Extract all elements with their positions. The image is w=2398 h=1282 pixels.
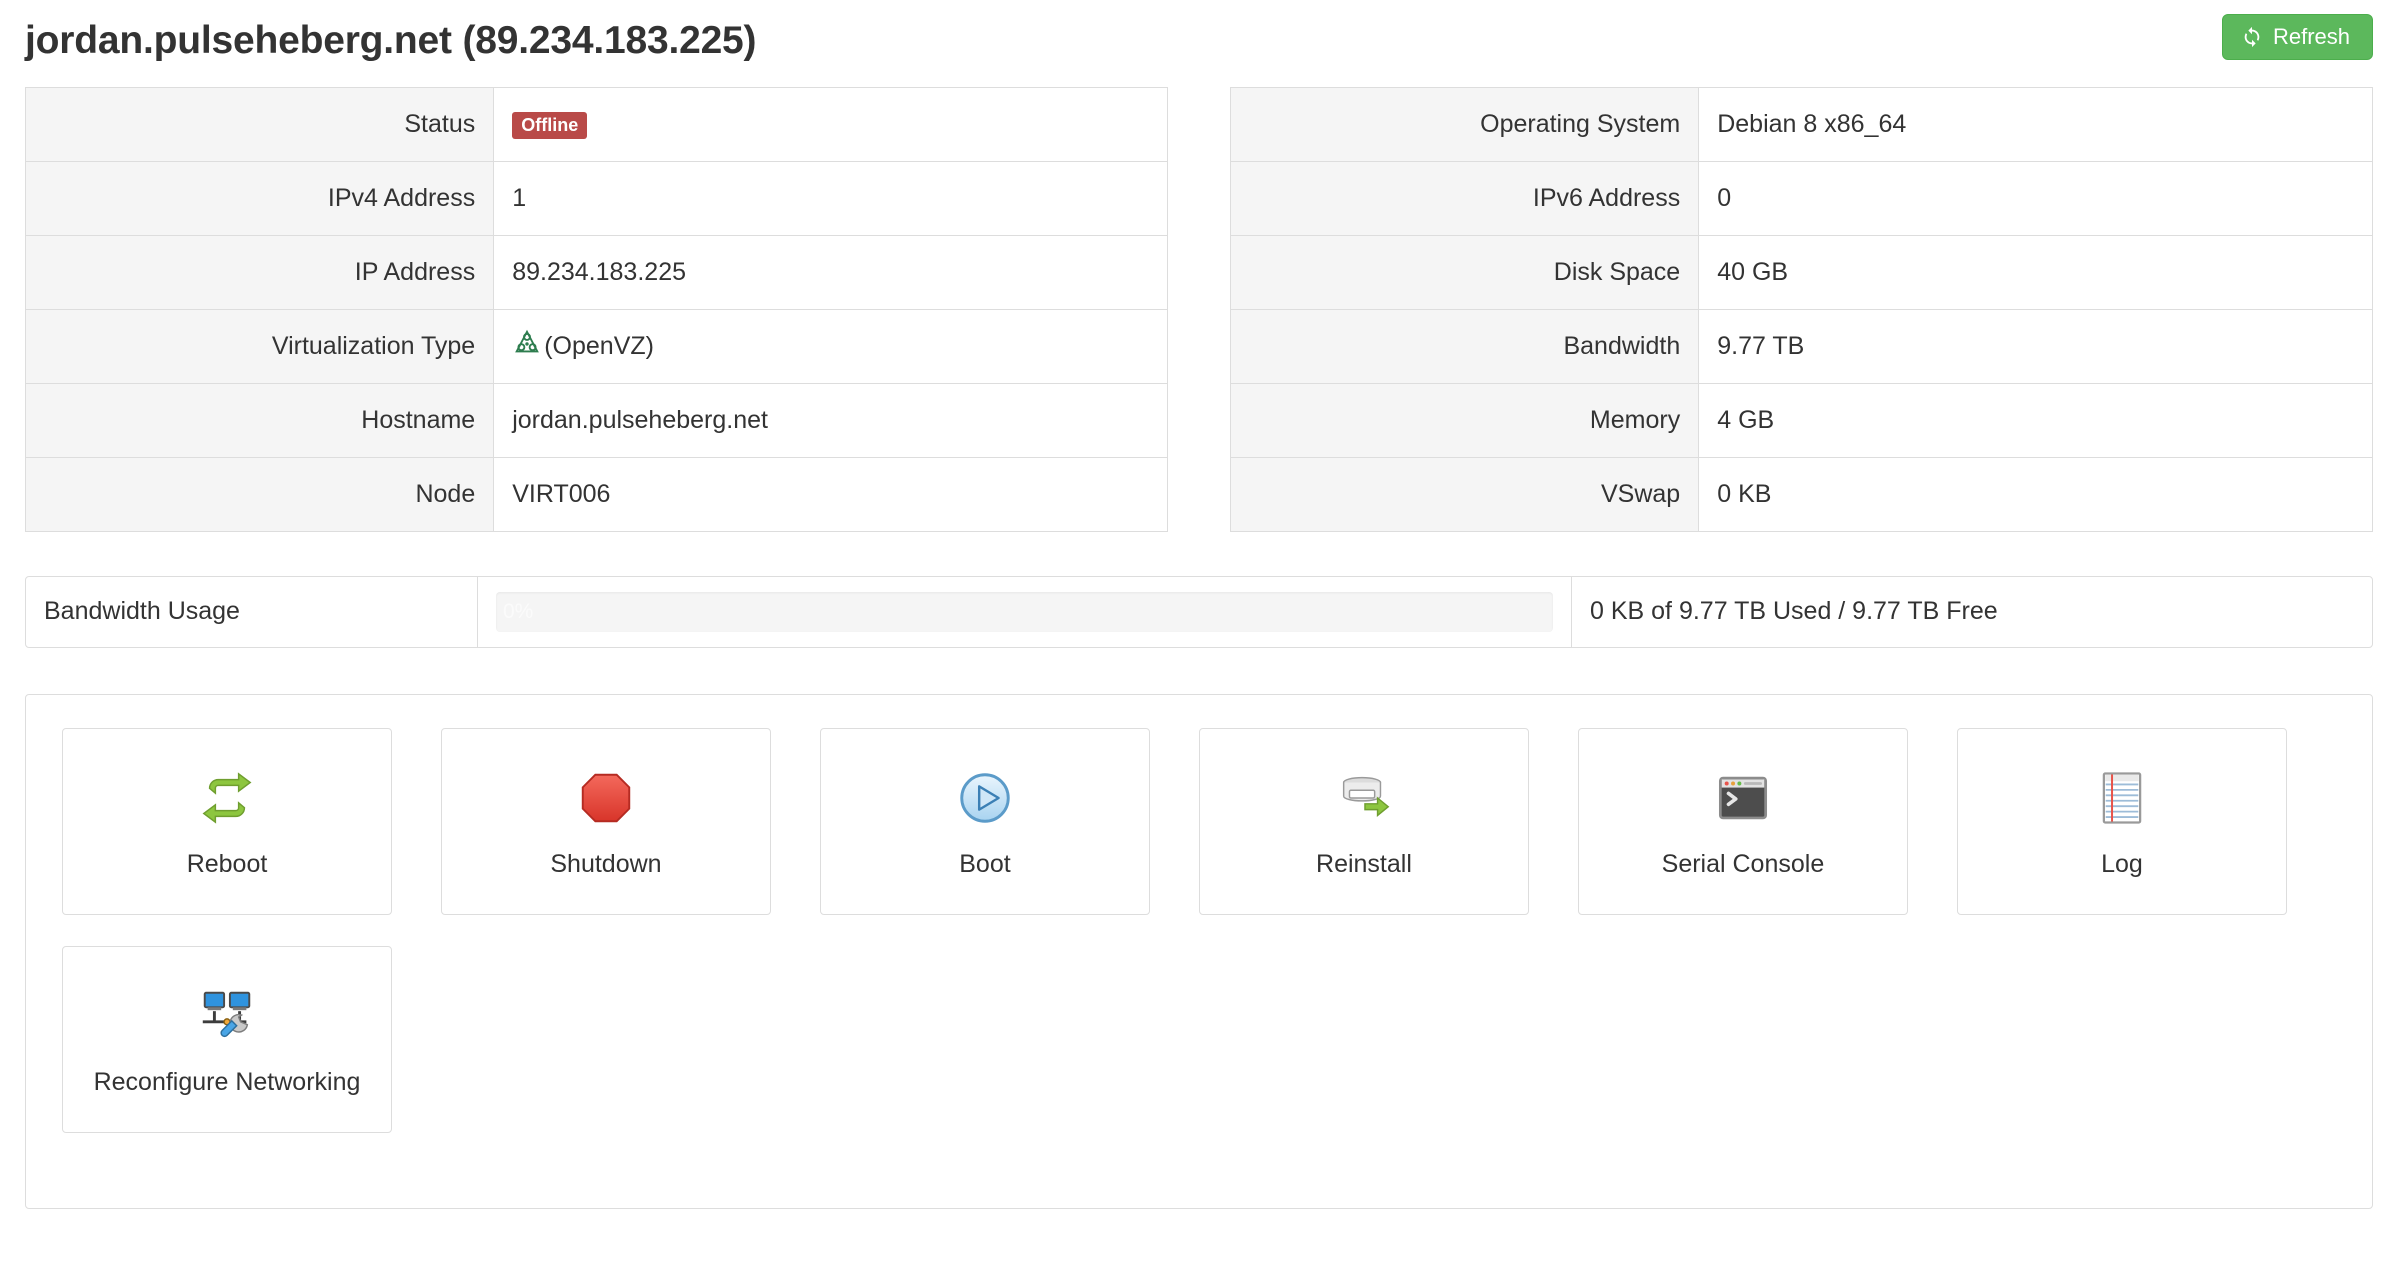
action-cell: Reinstall: [1198, 727, 1578, 915]
boot-button[interactable]: Boot: [819, 727, 1150, 915]
reconfigure-networking-button[interactable]: Reconfigure Networking: [62, 945, 392, 1133]
serial-console-icon: [1714, 765, 1772, 831]
row-value: 40 GB: [1698, 234, 2373, 310]
table-row: IPv4 Address 1: [25, 160, 1168, 236]
reinstall-button[interactable]: Reinstall: [1198, 727, 1529, 915]
bandwidth-usage-panel: Bandwidth Usage 0% 0 KB of 9.77 TB Used …: [25, 575, 2373, 648]
row-value: 0: [1698, 160, 2373, 236]
row-label: IPv6 Address: [1230, 160, 1700, 236]
table-row: Operating System Debian 8 x86_64: [1230, 87, 2373, 162]
row-label: Operating System: [1230, 87, 1700, 162]
action-cell: Boot: [819, 727, 1199, 915]
status-badge: Offline: [512, 111, 588, 139]
table-row: Virtualization Type (OpenVZ): [25, 308, 1168, 384]
boot-icon: [954, 765, 1016, 831]
row-label: VSwap: [1230, 456, 1700, 532]
row-label: Virtualization Type: [25, 308, 495, 384]
row-label: Memory: [1230, 382, 1700, 458]
table-row: Memory 4 GB: [1230, 382, 2373, 458]
row-label: Disk Space: [1230, 234, 1700, 310]
table-row: Status Offline: [25, 87, 1168, 162]
server-info-section: Status Offline IPv4 Address 1 IP Address…: [25, 86, 2373, 532]
row-value: jordan.pulseheberg.net: [493, 382, 1168, 458]
shutdown-label: Shutdown: [550, 849, 662, 878]
row-value: 0 KB: [1698, 456, 2373, 532]
bandwidth-usage-label: Bandwidth Usage: [26, 576, 478, 647]
row-value: 89.234.183.225: [493, 234, 1168, 310]
server-info-table-right: Operating System Debian 8 x86_64 IPv6 Ad…: [1230, 86, 2373, 532]
reconfigure-networking-icon: [196, 983, 258, 1049]
row-label: Node: [25, 456, 495, 532]
boot-label: Boot: [959, 849, 1011, 878]
openvz-icon: [512, 328, 542, 365]
log-button[interactable]: Log: [1956, 727, 2287, 915]
vps-management-page: jordan.pulseheberg.net (89.234.183.225) …: [0, 0, 2398, 1209]
reboot-button[interactable]: Reboot: [62, 727, 392, 915]
serial-console-button[interactable]: Serial Console: [1577, 727, 1908, 915]
row-value: 9.77 TB: [1698, 308, 2373, 384]
table-row: Disk Space 40 GB: [1230, 234, 2373, 310]
row-label: Status: [25, 87, 495, 162]
table-row: Bandwidth 9.77 TB: [1230, 308, 2373, 384]
refresh-button[interactable]: Refresh: [2221, 14, 2373, 60]
bandwidth-progress-wrapper: 0%: [478, 576, 1572, 647]
page-header: jordan.pulseheberg.net (89.234.183.225) …: [25, 0, 2373, 69]
row-label: IP Address: [25, 234, 495, 310]
row-value: 1: [493, 160, 1168, 236]
table-row: VSwap 0 KB: [1230, 456, 2373, 532]
shutdown-button[interactable]: Shutdown: [440, 727, 771, 915]
action-cell: Reconfigure Networking: [62, 945, 441, 1133]
page-title: jordan.pulseheberg.net (89.234.183.225): [25, 19, 757, 62]
row-value: (OpenVZ): [493, 308, 1168, 384]
server-info-table-left: Status Offline IPv4 Address 1 IP Address…: [25, 86, 1168, 532]
bandwidth-summary-text: 0 KB of 9.77 TB Used / 9.77 TB Free: [1590, 597, 1998, 626]
action-cell: Shutdown: [440, 727, 820, 915]
reinstall-icon: [1333, 765, 1395, 831]
row-value: VIRT006: [493, 456, 1168, 532]
refresh-icon: [2241, 26, 2263, 48]
row-value: 4 GB: [1698, 382, 2373, 458]
table-row: Hostname jordan.pulseheberg.net: [25, 382, 1168, 458]
bandwidth-percent-text: 0%: [503, 599, 534, 623]
table-row: IPv6 Address 0: [1230, 160, 2373, 236]
log-icon: [2094, 765, 2150, 831]
action-cell: Reboot: [62, 727, 441, 915]
reinstall-label: Reinstall: [1316, 849, 1412, 878]
log-label: Log: [2101, 849, 2143, 878]
row-label: Hostname: [25, 382, 495, 458]
row-value: Debian 8 x86_64: [1698, 87, 2373, 162]
row-value-text: (OpenVZ): [544, 331, 654, 360]
server-actions-grid: Reboot Shutdown Boot Reinstall Serial Co…: [62, 727, 2336, 1164]
reboot-icon: [196, 765, 258, 831]
row-value: Offline: [493, 87, 1168, 162]
serial-console-label: Serial Console: [1661, 849, 1825, 878]
table-row: IP Address 89.234.183.225: [25, 234, 1168, 310]
table-row: Node VIRT006: [25, 456, 1168, 532]
reconfigure-networking-label: Reconfigure Networking: [93, 1067, 361, 1096]
bandwidth-progress-bar: 0%: [496, 591, 1553, 632]
row-label: Bandwidth: [1230, 308, 1700, 384]
shutdown-icon: [575, 765, 637, 831]
refresh-button-label: Refresh: [2272, 24, 2350, 49]
action-cell: Log: [1956, 727, 2336, 915]
row-label: IPv4 Address: [25, 160, 495, 236]
server-actions-panel: Reboot Shutdown Boot Reinstall Serial Co…: [25, 693, 2373, 1209]
reboot-label: Reboot: [186, 849, 268, 878]
action-cell: Serial Console: [1577, 727, 1957, 915]
